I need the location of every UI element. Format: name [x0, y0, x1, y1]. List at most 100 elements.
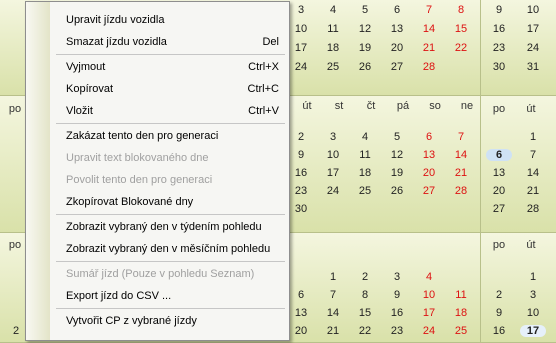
menu-item-trip-summary[interactable]: Sumář jízd (Pouze v pohledu Seznam) — [66, 265, 281, 283]
date-cell[interactable]: 17 — [322, 167, 344, 179]
date-cell[interactable]: 24 — [522, 42, 544, 54]
date-cell[interactable]: 1 — [322, 271, 344, 283]
date-cell[interactable]: 6 — [418, 131, 440, 143]
date-cell[interactable]: 5 — [354, 4, 376, 16]
date-cell[interactable]: 10 — [290, 23, 312, 35]
date-cell[interactable]: 1 — [522, 271, 544, 283]
date-cell[interactable]: 14 — [418, 23, 440, 35]
menu-item-create-cp[interactable]: Vytvořit CP z vybrané jízdy — [66, 312, 281, 330]
date-cell[interactable]: 9 — [488, 4, 510, 16]
date-cell[interactable]: 27 — [488, 203, 510, 215]
date-cell[interactable]: 24 — [418, 325, 440, 337]
menu-item-show-month-view[interactable]: Zobrazit vybraný den v měsíčním pohledu — [66, 240, 281, 258]
date-cell[interactable]: 16 — [386, 307, 408, 319]
date-cell[interactable]: 22 — [450, 42, 472, 54]
date-cell[interactable]: 15 — [450, 23, 472, 35]
date-cell[interactable]: 18 — [450, 307, 472, 319]
menu-item-cut[interactable]: Vyjmout Ctrl+X — [66, 58, 281, 76]
date-cell[interactable]: 6 — [486, 149, 512, 161]
date-cell[interactable]: 13 — [418, 149, 440, 161]
date-cell[interactable]: 21 — [522, 185, 544, 197]
date-cell[interactable]: 24 — [290, 61, 312, 73]
date-cell[interactable]: 9 — [290, 149, 312, 161]
menu-item-disable-day[interactable]: Zakázat tento den pro generaci — [66, 127, 281, 145]
date-cell[interactable]: 16 — [488, 325, 510, 337]
date-cell[interactable]: 27 — [418, 185, 440, 197]
date-cell[interactable]: 16 — [290, 167, 312, 179]
date-cell[interactable]: 11 — [354, 149, 376, 161]
date-cell[interactable]: 23 — [386, 325, 408, 337]
date-cell[interactable]: 19 — [386, 167, 408, 179]
date-cell[interactable]: 7 — [418, 4, 440, 16]
date-cell[interactable]: 25 — [450, 325, 472, 337]
date-cell[interactable]: 18 — [354, 167, 376, 179]
date-cell[interactable]: 10 — [418, 289, 440, 301]
date-cell[interactable]: 4 — [354, 131, 376, 143]
date-cell[interactable]: 30 — [290, 203, 312, 215]
date-cell[interactable]: 17 — [290, 42, 312, 54]
date-cell[interactable]: 24 — [322, 185, 344, 197]
date-cell[interactable]: 20 — [418, 167, 440, 179]
date-cell[interactable]: 28 — [418, 61, 440, 73]
date-cell[interactable]: 2 — [488, 289, 510, 301]
menu-item-edit-trip[interactable]: Upravit jízdu vozidla — [66, 11, 281, 29]
date-cell[interactable]: 21 — [418, 42, 440, 54]
date-cell[interactable]: 12 — [354, 23, 376, 35]
date-cell[interactable]: 14 — [450, 149, 472, 161]
date-cell[interactable]: 28 — [450, 185, 472, 197]
date-cell[interactable]: 10 — [322, 149, 344, 161]
date-cell[interactable]: 17 — [522, 23, 544, 35]
date-cell[interactable]: 14 — [322, 307, 344, 319]
date-cell[interactable]: 8 — [450, 4, 472, 16]
date-cell[interactable]: 4 — [322, 4, 344, 16]
date-cell[interactable]: 26 — [354, 61, 376, 73]
date-cell[interactable]: 20 — [386, 42, 408, 54]
date-cell[interactable]: 21 — [450, 167, 472, 179]
date-cell[interactable]: 11 — [322, 23, 344, 35]
menu-item-paste[interactable]: Vložit Ctrl+V — [66, 102, 281, 120]
date-cell[interactable]: 2 — [354, 271, 376, 283]
date-cell[interactable]: 30 — [488, 61, 510, 73]
date-cell[interactable]: 13 — [290, 307, 312, 319]
date-cell[interactable]: 2 — [5, 325, 27, 337]
date-cell[interactable]: 11 — [450, 289, 472, 301]
date-cell[interactable]: 5 — [386, 131, 408, 143]
date-cell[interactable]: 23 — [488, 42, 510, 54]
date-cell[interactable]: 9 — [386, 289, 408, 301]
date-cell[interactable]: 20 — [290, 325, 312, 337]
date-cell[interactable]: 13 — [386, 23, 408, 35]
date-cell[interactable]: 19 — [354, 42, 376, 54]
menu-item-delete-trip[interactable]: Smazat jízdu vozidla Del — [66, 33, 281, 51]
date-cell[interactable]: 13 — [488, 167, 510, 179]
date-cell[interactable]: 1 — [522, 131, 544, 143]
date-cell[interactable]: 9 — [488, 307, 510, 319]
date-cell[interactable]: 8 — [354, 289, 376, 301]
date-cell[interactable]: 10 — [522, 307, 544, 319]
date-cell[interactable]: 21 — [322, 325, 344, 337]
date-cell[interactable]: 18 — [322, 42, 344, 54]
date-cell[interactable]: 3 — [522, 289, 544, 301]
date-cell[interactable]: 25 — [354, 185, 376, 197]
date-cell[interactable]: 16 — [488, 23, 510, 35]
date-cell[interactable]: 4 — [418, 271, 440, 283]
date-cell[interactable]: 28 — [522, 203, 544, 215]
date-cell[interactable]: 7 — [522, 149, 544, 161]
date-cell[interactable]: 26 — [386, 185, 408, 197]
date-cell[interactable]: 31 — [522, 61, 544, 73]
date-cell[interactable]: 17 — [418, 307, 440, 319]
date-cell[interactable]: 14 — [522, 167, 544, 179]
date-cell[interactable]: 3 — [322, 131, 344, 143]
date-cell[interactable]: 7 — [450, 131, 472, 143]
menu-item-edit-blocked-text[interactable]: Upravit text blokovaného dne — [66, 149, 281, 167]
date-cell[interactable]: 10 — [522, 4, 544, 16]
date-cell[interactable]: 6 — [386, 4, 408, 16]
date-cell[interactable]: 6 — [290, 289, 312, 301]
menu-item-export-csv[interactable]: Export jízd do CSV ... — [66, 287, 281, 305]
date-cell[interactable]: 12 — [386, 149, 408, 161]
date-cell[interactable]: 15 — [354, 307, 376, 319]
date-cell[interactable]: 2 — [290, 131, 312, 143]
date-cell[interactable]: 23 — [290, 185, 312, 197]
menu-item-show-week-view[interactable]: Zobrazit vybraný den v týdením pohledu — [66, 218, 281, 236]
date-cell[interactable]: 3 — [386, 271, 408, 283]
date-cell[interactable]: 7 — [322, 289, 344, 301]
